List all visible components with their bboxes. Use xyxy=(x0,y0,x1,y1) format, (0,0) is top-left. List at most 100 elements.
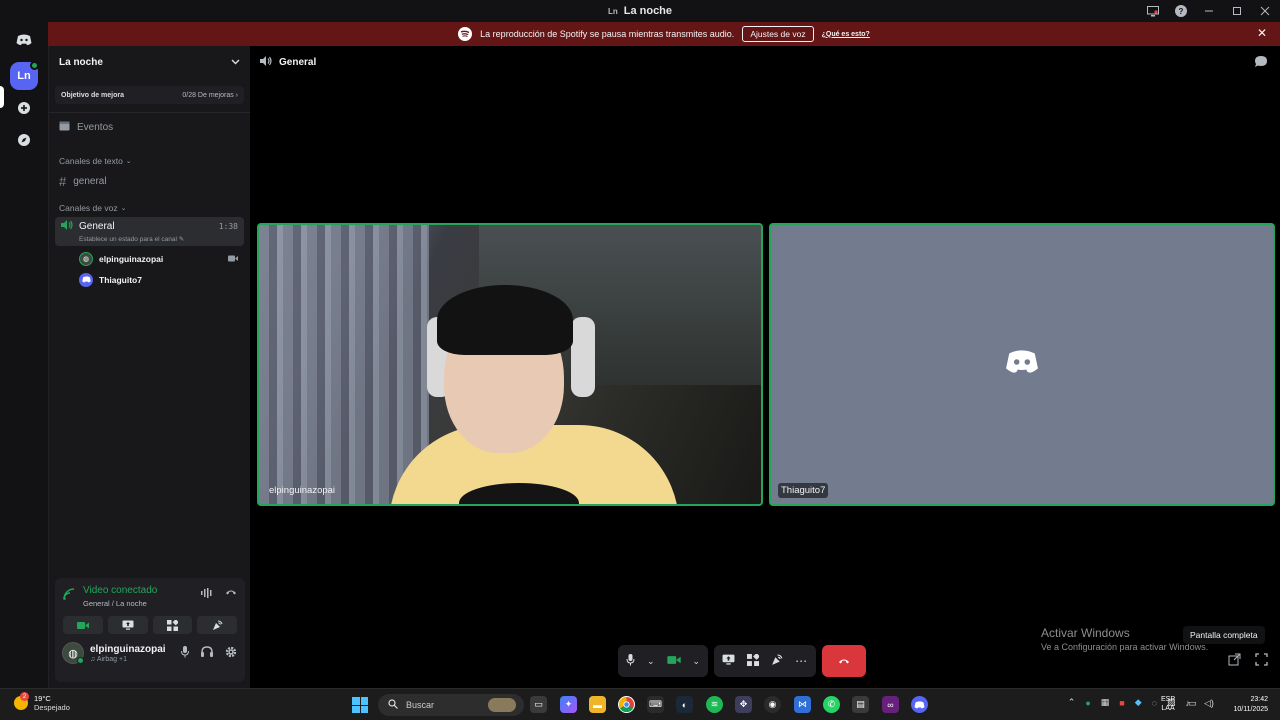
file-explorer-icon[interactable]: ▬ xyxy=(589,696,606,713)
tray-app-icon[interactable]: ▦ xyxy=(1101,697,1110,708)
system-clock[interactable]: 23:42 10/11/2025 xyxy=(1233,695,1268,715)
voice-channel-label: General xyxy=(79,221,115,232)
app-icon[interactable]: ▤ xyxy=(852,696,869,713)
task-view-icon[interactable]: ▭ xyxy=(530,696,547,713)
what-is-this-link[interactable]: ¿Qué es esto? xyxy=(822,31,870,38)
tray-app-icon[interactable]: ◌ xyxy=(1152,698,1157,708)
pop-out-icon[interactable] xyxy=(1228,653,1241,669)
search-highlight-icon xyxy=(488,698,516,712)
user-activity: ♫ Airbag +1 xyxy=(90,655,127,663)
user-name[interactable]: elpinguinazopai xyxy=(90,644,166,655)
network-icon[interactable]: ▭ xyxy=(1188,698,1197,709)
video-camera-icon[interactable] xyxy=(666,655,681,668)
volume-icon[interactable]: ◁) xyxy=(1204,698,1214,709)
explore-icon[interactable] xyxy=(10,126,38,154)
voice-settings-button[interactable]: Ajustes de voz xyxy=(742,26,814,42)
soundboard-icon[interactable] xyxy=(771,654,783,669)
server-initials: Ln xyxy=(17,70,31,82)
chevron-down-icon[interactable]: ⌄ xyxy=(647,656,655,667)
chrome-icon[interactable] xyxy=(618,696,635,713)
close-banner-icon[interactable]: ✕ xyxy=(1257,26,1267,40)
spotify-icon[interactable]: ≋ xyxy=(706,696,723,713)
weather-condition: Despejado xyxy=(34,703,70,712)
microphone-icon[interactable] xyxy=(181,645,189,661)
maximize-icon[interactable] xyxy=(1230,4,1244,18)
spotify-banner: La reproducción de Spotify se pausa mien… xyxy=(48,22,1280,46)
game-controller-icon[interactable]: ✥ xyxy=(735,696,752,713)
weather-widget[interactable]: 2 19°C Despejado xyxy=(14,692,70,712)
github-icon[interactable]: ◉ xyxy=(764,696,781,713)
discord-home-icon[interactable] xyxy=(10,26,38,54)
discord-taskbar-icon[interactable] xyxy=(911,696,928,713)
voice-status-subtitle[interactable]: General / La noche xyxy=(83,599,157,608)
chat-bubble-icon[interactable] xyxy=(1254,55,1268,71)
user-area: ◍ elpinguinazopai ♫ Airbag +1 xyxy=(55,634,245,664)
video-tile-user1[interactable]: elpinguinazopai xyxy=(257,223,763,506)
add-server-icon[interactable] xyxy=(10,94,38,122)
text-channel-general[interactable]: # general xyxy=(49,170,250,192)
user-avatar[interactable]: ◍ xyxy=(62,642,84,664)
copilot-icon[interactable]: ✦ xyxy=(560,696,577,713)
monitor-icon[interactable] xyxy=(1146,4,1160,18)
phone-hangup-icon xyxy=(839,659,850,664)
fullscreen-icon[interactable] xyxy=(1255,653,1268,669)
camera-button[interactable] xyxy=(63,616,103,634)
screen-share-button[interactable] xyxy=(107,616,148,634)
chevron-down-icon[interactable]: ⌄ xyxy=(693,656,701,667)
channel-status[interactable]: Establece un estado para el canal ✎ xyxy=(79,235,238,243)
taskbar-search[interactable]: Buscar xyxy=(378,694,524,716)
tile-username: elpinguinazopai xyxy=(269,485,336,496)
signal-icon[interactable] xyxy=(63,585,75,608)
disconnect-icon[interactable] xyxy=(225,588,237,601)
headphones-icon[interactable] xyxy=(201,645,213,661)
text-channels-category[interactable]: Canales de texto ⌄ xyxy=(49,154,250,168)
chevron-down-icon: ⌄ xyxy=(125,158,132,165)
minimize-icon[interactable] xyxy=(1202,4,1216,18)
hang-up-button[interactable] xyxy=(822,645,867,677)
server-header[interactable]: La noche xyxy=(49,46,250,78)
soundboard-icon xyxy=(212,620,223,630)
screen-share-icon[interactable] xyxy=(722,654,735,668)
tray-app-icon[interactable]: ● xyxy=(1085,698,1090,708)
voice-stage: General elpinguinazopai Thiaguito7 Activ… xyxy=(250,46,1280,688)
help-icon[interactable]: ? xyxy=(1174,4,1188,18)
more-options-icon[interactable]: ⋯ xyxy=(795,654,808,668)
activities-button[interactable] xyxy=(152,616,193,634)
activities-icon[interactable] xyxy=(747,652,761,669)
activities-icon xyxy=(166,619,178,631)
voice-user-name: Thiaguito7 xyxy=(99,274,142,285)
tray-app-icon[interactable]: ■ xyxy=(1119,698,1124,708)
visual-studio-code-icon[interactable]: ⋈ xyxy=(794,696,811,713)
voice-channels-category[interactable]: Canales de voz ⌄ xyxy=(49,201,250,215)
voice-status-title[interactable]: Video conectado xyxy=(83,585,157,596)
language-indicator[interactable]: ESP LAA xyxy=(1161,695,1175,713)
boost-goal[interactable]: Objetivo de mejora 0/28 De mejoras › xyxy=(55,86,244,104)
video-camera-icon xyxy=(228,254,238,264)
channel-sidebar: La noche Objetivo de mejora 0/28 De mejo… xyxy=(48,46,250,688)
divider xyxy=(49,112,250,113)
microphone-icon[interactable] xyxy=(626,653,635,669)
soundboard-button[interactable] xyxy=(197,616,237,634)
events-item[interactable]: Eventos xyxy=(49,116,250,138)
close-window-icon[interactable] xyxy=(1258,4,1272,18)
windows-start-icon[interactable] xyxy=(352,697,368,713)
settings-gear-icon[interactable] xyxy=(225,646,237,661)
weather-temp: 19°C xyxy=(34,694,51,703)
voice-user[interactable]: ◍ elpinguinazopai xyxy=(49,248,250,269)
terminal-icon[interactable]: ⌨ xyxy=(647,696,664,713)
video-tile-user2[interactable]: Thiaguito7 xyxy=(769,223,1275,506)
video-curtain xyxy=(259,225,429,504)
visual-studio-icon[interactable]: ∞ xyxy=(882,696,899,713)
channel-header: General xyxy=(250,46,1280,78)
discord-window: Ln La noche ? Ln La reproducción de Spot… xyxy=(0,0,1280,720)
voice-channel-general[interactable]: General 1:38 Establece un estado para el… xyxy=(55,217,244,246)
server-la-noche[interactable]: Ln xyxy=(10,61,39,90)
steam-icon[interactable]: ◐ xyxy=(676,696,693,713)
language-code: ESP xyxy=(1161,696,1176,703)
whatsapp-icon[interactable]: ✆ xyxy=(823,696,840,713)
voice-user[interactable]: Thiaguito7 xyxy=(49,269,250,290)
chevron-up-icon[interactable]: ⌃ xyxy=(1068,697,1076,708)
noise-suppression-icon[interactable] xyxy=(201,588,213,601)
chevron-down-icon: ⌄ xyxy=(120,205,127,212)
tray-app-icon[interactable]: ◆ xyxy=(1135,697,1142,708)
